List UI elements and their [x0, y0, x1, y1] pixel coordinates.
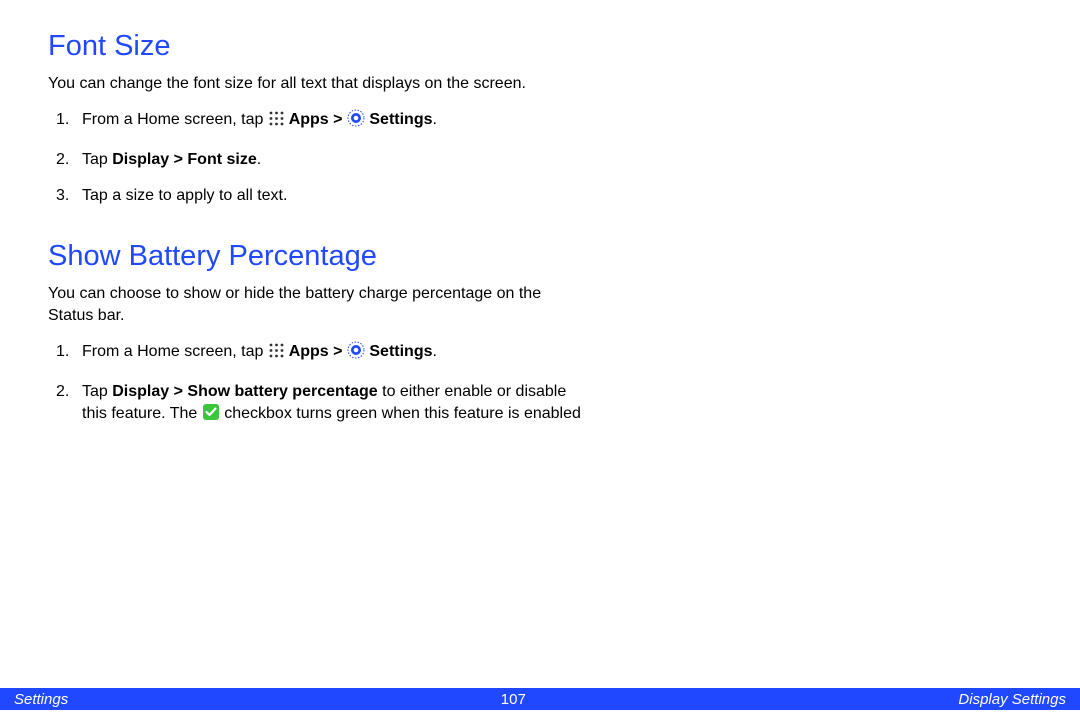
checkbox-icon — [202, 403, 220, 428]
step-item: Tap Display > Font size. — [48, 149, 588, 171]
step-text: From a Home screen, tap — [82, 343, 268, 360]
footer-right: Display Settings — [958, 691, 1066, 708]
step-text: . — [257, 151, 261, 168]
footer-page-number: 107 — [501, 691, 526, 708]
font-size-section: Font Size You can change the font size f… — [48, 30, 1032, 208]
step-item: From a Home screen, tap Apps > Settings. — [48, 341, 588, 366]
apps-icon — [268, 342, 285, 366]
section-heading: Show Battery Percentage — [48, 240, 1032, 273]
settings-icon — [347, 341, 365, 366]
step-bold: Apps > — [285, 343, 347, 360]
step-text: Tap — [82, 383, 112, 400]
section-heading: Font Size — [48, 30, 1032, 63]
footer-left: Settings — [14, 691, 68, 708]
settings-icon — [347, 109, 365, 134]
steps-list: From a Home screen, tap Apps > Settings.… — [48, 109, 588, 207]
step-item: Tap a size to apply to all text. — [48, 185, 588, 207]
page-footer: Settings 107 Display Settings — [0, 688, 1080, 710]
step-text: Tap — [82, 151, 112, 168]
step-bold: Display > Show battery percentage — [112, 383, 377, 400]
step-text: checkbox turns green when this feature i… — [220, 405, 581, 422]
steps-list: From a Home screen, tap Apps > Settings.… — [48, 341, 588, 428]
step-bold: Display > Font size — [112, 151, 256, 168]
battery-percentage-section: Show Battery Percentage You can choose t… — [48, 240, 1032, 429]
step-bold: Settings — [365, 343, 433, 360]
apps-icon — [268, 110, 285, 134]
step-item: From a Home screen, tap Apps > Settings. — [48, 109, 588, 134]
section-intro: You can change the font size for all tex… — [48, 73, 568, 95]
step-text: Tap a size to apply to all text. — [82, 187, 287, 204]
step-bold: Settings — [365, 111, 433, 128]
step-bold: Apps > — [285, 111, 347, 128]
step-text: From a Home screen, tap — [82, 111, 268, 128]
step-item: Tap Display > Show battery percentage to… — [48, 381, 588, 429]
section-intro: You can choose to show or hide the batte… — [48, 283, 568, 328]
step-text: . — [433, 343, 437, 360]
step-text: . — [433, 111, 437, 128]
